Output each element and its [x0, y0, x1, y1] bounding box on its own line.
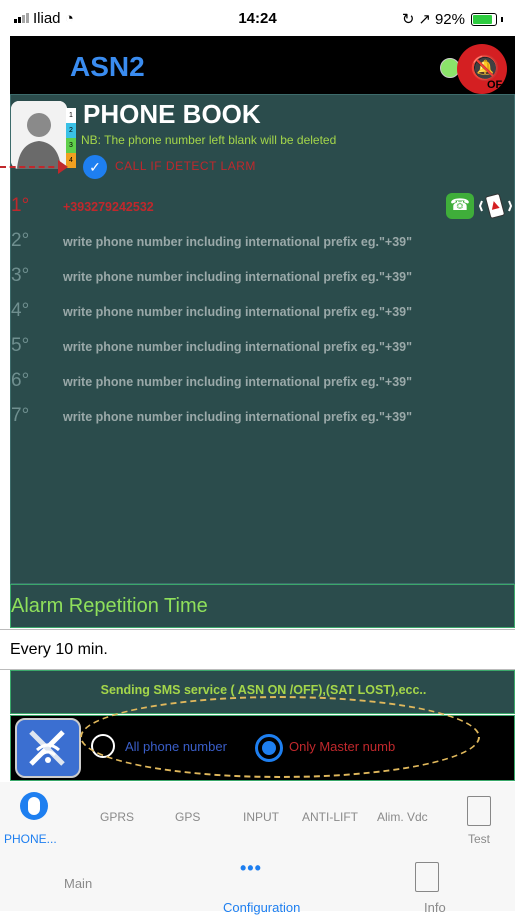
- location-icon: ↗: [418, 11, 431, 28]
- vibrate-alert-icon[interactable]: [478, 191, 514, 221]
- phone-row-2[interactable]: 2° write phone number including internat…: [11, 230, 515, 258]
- alarm-repetition-select[interactable]: Every 10 min.: [0, 629, 515, 670]
- tab-anti-lift[interactable]: ANTI-LIFT: [302, 810, 358, 824]
- alarm-toggle-button[interactable]: 🔕 OF: [457, 44, 507, 94]
- phone-row-7[interactable]: 7° write phone number including internat…: [11, 405, 515, 433]
- phone-number-input[interactable]: write phone number including internation…: [63, 340, 412, 354]
- phone-tab-icon[interactable]: [20, 792, 48, 820]
- contact-tab-strip: 1 2 3 4: [66, 108, 76, 168]
- row-number: 6°: [11, 370, 30, 391]
- tab-gprs[interactable]: GPRS: [100, 810, 134, 824]
- row-number: 3°: [11, 265, 30, 286]
- row-number: 2°: [11, 230, 30, 251]
- phone-row-4[interactable]: 4° write phone number including internat…: [11, 300, 515, 328]
- title-bar: ASN2 🔕 OF: [10, 36, 515, 94]
- phone-number-input[interactable]: write phone number including internation…: [63, 235, 412, 249]
- phone-row-1[interactable]: 1° +393279242532: [11, 195, 515, 223]
- phone-call-icon[interactable]: ☎: [446, 193, 474, 219]
- tab-phone[interactable]: PHONE...: [4, 832, 57, 846]
- phone-row-5[interactable]: 5° write phone number including internat…: [11, 335, 515, 363]
- sms-service-label: Sending SMS service ( ASN ON /OFF),(SAT …: [100, 683, 427, 697]
- status-right: ↻ ↗ 92%: [402, 10, 503, 28]
- tab-main[interactable]: Main: [64, 876, 92, 891]
- radio-all-label: All phone number: [125, 739, 227, 754]
- row-number: 5°: [11, 335, 30, 356]
- more-dots-icon[interactable]: •••: [240, 858, 262, 879]
- phone-number-input[interactable]: write phone number including internation…: [63, 410, 412, 424]
- phone-book-note: NB: The phone number left blank will be …: [81, 133, 337, 147]
- sms-service-bar[interactable]: Sending SMS service ( ASN ON /OFF),(SAT …: [10, 670, 515, 714]
- tab-alim-vdc[interactable]: Alim. Vdc: [377, 810, 428, 824]
- page-title: PHONE BOOK: [83, 99, 261, 129]
- sms-recipient-bar: All phone number Only Master numb: [10, 715, 515, 781]
- alarm-repetition-label: Alarm Repetition Time: [11, 595, 208, 617]
- status-bar: Iliad ◔ 14:24 ↻ ↗ 92%: [0, 0, 515, 36]
- annotation-arrow-head: [58, 160, 68, 174]
- tab-test[interactable]: Test: [468, 832, 490, 846]
- test-list-icon[interactable]: [467, 796, 491, 826]
- row-number: 1°: [11, 195, 30, 216]
- radio-all-phone-number[interactable]: [91, 734, 115, 758]
- tools-settings-icon[interactable]: [15, 718, 81, 778]
- phone-number-input[interactable]: write phone number including internation…: [63, 270, 412, 284]
- info-list-icon[interactable]: [415, 862, 439, 892]
- row-number: 7°: [11, 405, 30, 426]
- app-title: ASN2: [70, 51, 145, 82]
- main-tab-bar: Main ••• Configuration Info: [0, 852, 515, 915]
- tab-configuration[interactable]: Configuration: [223, 900, 300, 915]
- battery-percent: 92%: [434, 10, 465, 28]
- alarm-repetition-header: Alarm Repetition Time: [10, 584, 515, 628]
- phone-book-panel: 1 2 3 4 PHONE BOOK NB: The phone number …: [10, 94, 515, 584]
- tab-info[interactable]: Info: [424, 900, 446, 915]
- tab-input[interactable]: INPUT: [243, 810, 279, 824]
- phone-number-input[interactable]: write phone number including internation…: [63, 375, 412, 389]
- call-if-detect-label: CALL IF DETECT LARM: [115, 159, 256, 173]
- orientation-lock-icon: ↻: [401, 11, 415, 28]
- contact-avatar-icon: [11, 101, 67, 169]
- alarm-state-label: OF: [487, 79, 503, 91]
- radio-only-master-number[interactable]: [255, 734, 283, 762]
- call-if-detect-checkbox[interactable]: ✓: [83, 155, 107, 179]
- section-tab-bar: PHONE... GPRS GPS INPUT ANTI-LIFT Alim. …: [0, 782, 515, 853]
- alarm-repetition-value: Every 10 min.: [10, 641, 108, 658]
- phone-number-input[interactable]: write phone number including internation…: [63, 305, 412, 319]
- tab-strip-3: 3: [66, 138, 76, 153]
- tab-strip-2: 2: [66, 123, 76, 138]
- radio-master-label: Only Master numb: [289, 739, 396, 754]
- tab-strip-1: 1: [66, 108, 76, 123]
- annotation-arrow: [0, 166, 64, 168]
- phone-row-6[interactable]: 6° write phone number including internat…: [11, 370, 515, 398]
- battery-icon: [471, 12, 497, 26]
- tab-gps[interactable]: GPS: [175, 810, 200, 824]
- row-number: 4°: [11, 300, 30, 321]
- phone-row-3[interactable]: 3° write phone number including internat…: [11, 265, 515, 293]
- phone-number-input[interactable]: +393279242532: [63, 200, 154, 214]
